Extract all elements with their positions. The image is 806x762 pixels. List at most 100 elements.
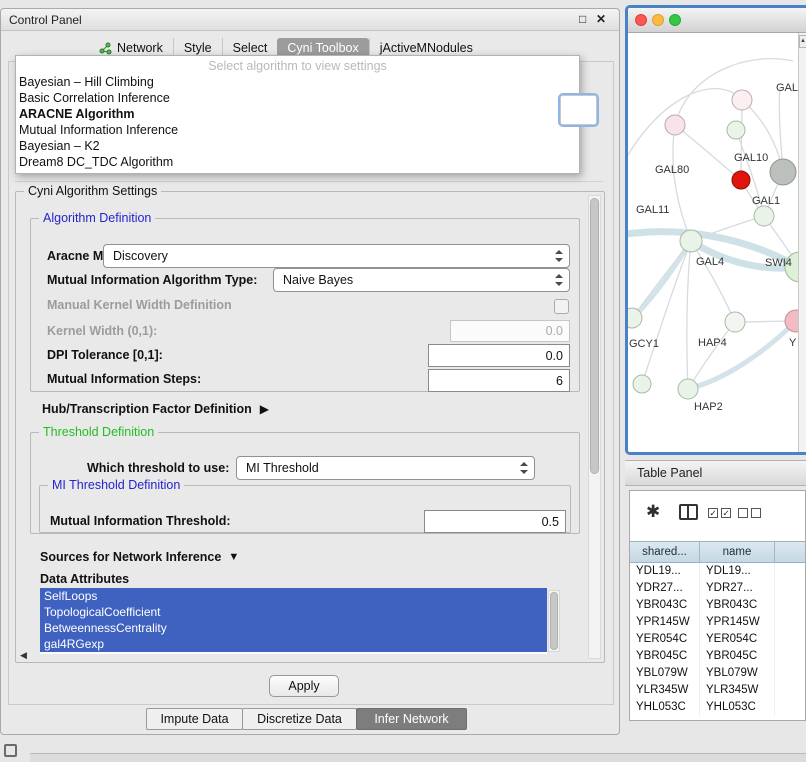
unchecked-checkbox-icon [738,508,748,518]
network-node-hap2[interactable] [678,379,698,399]
list-item[interactable]: gal4RGexp [40,636,547,652]
algorithm-dropdown-popup: Select algorithm to view settings Bayesi… [15,55,580,174]
settings-scrollbar-thumb[interactable] [590,198,599,474]
network-tab-icon [99,42,112,55]
cell-shared-name: YER054C [630,631,700,648]
combo-arrows-icon [555,250,563,262]
list-item[interactable]: TopologicalCoefficient [40,604,547,620]
gear-icon[interactable]: ✱ [646,502,660,522]
table-row[interactable]: YBR043C YBR043C [630,597,805,614]
table-row[interactable]: YPR145W YPR145W 9. [630,614,805,631]
network-node-gal10[interactable] [732,171,750,189]
bottom-tab-impute-data[interactable]: Impute Data [146,708,243,730]
minimize-traffic-light[interactable] [652,14,664,26]
table-row[interactable]: YER054C YER054C 8. [630,631,805,648]
table-body: YDL19... YDL19... 13 YDR27... YDR27... 1… [630,563,805,716]
which-threshold-combo[interactable]: MI Threshold [236,456,535,480]
checked-checkbox-icon: ✓ [708,508,718,518]
table-row[interactable]: YHL053C YHL053C [630,699,805,716]
settings-scrollbar[interactable] [588,195,601,659]
attributes-scrollbar[interactable] [548,590,560,652]
network-node-label: GAL10 [734,152,768,164]
algorithm-option[interactable]: Bayesian – K2 [16,138,579,154]
control-panel-titlebar[interactable]: Control Panel □ ✕ [1,9,619,31]
scroll-up-icon[interactable]: ▲ [799,35,806,48]
network-node-gal4[interactable] [680,230,702,252]
cell-shared-name: YBL079W [630,665,700,682]
table-row[interactable]: YLR345W YLR345W 9. [630,682,805,699]
control-panel-title: Control Panel [9,13,82,27]
table-row[interactable]: YBL079W YBL079W [630,665,805,682]
panel-dock-icon[interactable] [4,744,17,757]
algorithm-option[interactable]: Basic Correlation Inference [16,90,579,106]
focused-spinner-field[interactable] [558,93,599,127]
aracne-mode-value: Discovery [113,249,168,263]
sources-collapser[interactable]: Sources for Network Inference ▼ [40,550,239,564]
cell-shared-name: YBR043C [630,597,700,614]
data-attributes-list: SelfLoops TopologicalCoefficient Between… [40,588,547,654]
threshold-definition-group: Threshold Definition Which threshold to … [30,432,580,534]
mi-steps-input[interactable] [428,369,570,392]
network-node-label: SWI4 [765,257,792,269]
cell-name: YBR043C [700,597,775,614]
bottom-tab-infer-network[interactable]: Infer Network [356,708,467,730]
network-node[interactable] [665,115,685,135]
aracne-mode-combo[interactable]: Discovery [103,244,570,268]
mi-threshold-input[interactable] [424,510,566,533]
restore-icon[interactable]: □ [579,12,586,26]
network-edge [673,125,691,241]
algorithm-definition-group: Algorithm Definition Aracne Mode: Discov… [30,218,580,392]
scroll-left-icon[interactable]: ◀ [20,650,27,661]
cell-shared-name: YLR345W [630,682,700,699]
algorithm-option-selected[interactable]: ARACNE Algorithm [16,106,579,122]
network-node[interactable] [727,121,745,139]
apply-button[interactable]: Apply [269,675,339,697]
network-node[interactable] [770,159,796,185]
network-window: GAL GAL80 GAL10 GAL11 GAL1 SWI4 GAL4 GCY… [625,5,806,455]
network-node-gal1[interactable] [754,206,774,226]
mi-algorithm-type-label: Mutual Information Algorithm Type: [47,273,257,287]
network-node[interactable] [633,375,651,393]
list-item[interactable]: SelfLoops [40,588,547,604]
cell-shared-name: YPR145W [630,614,700,631]
algorithm-option[interactable]: Dream8 DC_TDC Algorithm [16,154,579,170]
sources-label: Sources for Network Inference [40,550,221,564]
which-threshold-value: MI Threshold [246,461,319,475]
hub-definition-label: Hub/Transcription Factor Definition [42,402,252,416]
network-node-label: GAL80 [655,164,689,176]
table-header-row: shared... name [630,541,805,563]
list-item[interactable]: BetweennessCentrality [40,620,547,636]
algorithm-option[interactable]: Mutual Information Inference [16,122,579,138]
zoom-traffic-light[interactable] [669,14,681,26]
column-header-name[interactable]: name [700,542,775,562]
network-edge [688,321,796,389]
canvas-scrollbar[interactable]: ▲ [798,33,806,452]
algorithm-option[interactable]: Bayesian – Hill Climbing [16,74,579,90]
kernel-width-input[interactable] [450,320,570,342]
column-header-shared-name[interactable]: shared... [630,542,700,562]
manual-kernel-width-checkbox[interactable] [554,299,569,314]
attributes-scrollbar-thumb[interactable] [550,592,558,650]
table-panel-titlebar[interactable]: Table Panel [625,460,806,486]
dpi-tolerance-input[interactable] [428,344,570,367]
obscured-group-border [15,181,603,182]
kernel-width-label: Kernel Width (0,1): [47,324,157,338]
deselect-all-checks-icon[interactable] [738,508,764,522]
network-node[interactable] [732,90,752,110]
close-icon[interactable]: ✕ [596,12,606,26]
mi-algorithm-type-combo[interactable]: Naive Bayes [273,268,570,292]
network-edge [687,241,691,389]
columns-icon[interactable] [679,504,698,520]
table-row[interactable]: YDR27... YDR27... 12 [630,580,805,597]
bottom-tab-discretize-data[interactable]: Discretize Data [242,708,357,730]
hub-definition-expander[interactable]: Hub/Transcription Factor Definition ▶ [42,402,269,416]
close-traffic-light[interactable] [635,14,647,26]
network-canvas[interactable]: GAL GAL80 GAL10 GAL11 GAL1 SWI4 GAL4 GCY… [628,33,806,452]
network-titlebar[interactable] [628,8,806,33]
cell-name: YPR145W [700,614,775,631]
network-node-hap4[interactable] [725,312,745,332]
table-row[interactable]: YBR045C YBR045C 9. [630,648,805,665]
select-all-checks-icon[interactable]: ✓✓ [708,508,734,522]
table-panel-title: Table Panel [637,466,702,480]
table-row[interactable]: YDL19... YDL19... 13 [630,563,805,580]
